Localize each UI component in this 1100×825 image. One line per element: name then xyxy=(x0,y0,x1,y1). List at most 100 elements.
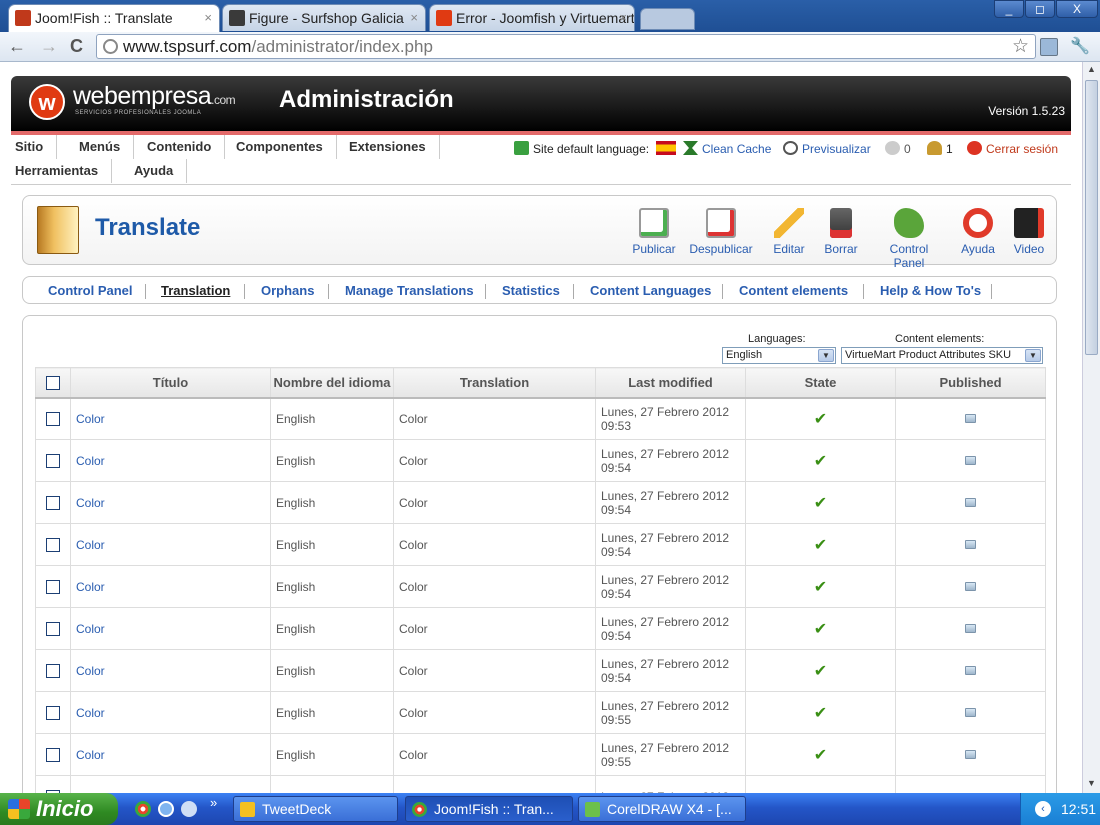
tray-expand-icon[interactable]: ‹ xyxy=(1035,801,1051,817)
quicklaunch-more-icon[interactable]: » xyxy=(210,795,217,810)
unpublish-button[interactable]: Despublicar xyxy=(687,208,755,256)
column-header-last-modified[interactable]: Last modified xyxy=(595,367,746,399)
edit-button[interactable]: Editar xyxy=(771,208,807,256)
row-checkbox[interactable] xyxy=(46,705,60,720)
published-icon[interactable] xyxy=(965,455,976,465)
published-icon[interactable] xyxy=(965,623,976,633)
menu-herramientas[interactable]: Herramientas xyxy=(11,159,113,183)
state-check-icon[interactable]: ✔ xyxy=(814,747,827,764)
state-check-icon[interactable]: ✔ xyxy=(814,579,827,596)
published-icon[interactable] xyxy=(965,665,976,675)
published-icon[interactable] xyxy=(965,539,976,549)
row-checkbox[interactable] xyxy=(46,621,60,636)
row-checkbox[interactable] xyxy=(46,579,60,594)
window-close-button[interactable]: X xyxy=(1056,0,1098,18)
desktop-quicklaunch-icon[interactable] xyxy=(181,801,197,817)
window-maximize-button[interactable]: ◻ xyxy=(1025,0,1055,18)
preview-link[interactable]: Previsualizar xyxy=(783,141,871,156)
row-checkbox[interactable] xyxy=(46,412,60,427)
task-coreldraw[interactable]: CorelDRAW X4 - [... xyxy=(578,796,746,822)
state-check-icon[interactable]: ✔ xyxy=(814,411,827,428)
published-icon[interactable] xyxy=(965,707,976,717)
messages-count[interactable]: 0 xyxy=(885,141,911,156)
table-row[interactable]: Color English Color Lunes, 27 Febrero 2012 0… xyxy=(35,481,1046,524)
tab-close-icon[interactable]: × xyxy=(410,10,418,25)
row-checkbox[interactable] xyxy=(46,495,60,510)
languages-select[interactable]: English ▼ xyxy=(722,347,836,364)
menu-componentes[interactable]: Componentes xyxy=(223,135,337,159)
window-minimize-button[interactable]: _ xyxy=(994,0,1024,18)
new-tab-button[interactable] xyxy=(640,8,695,30)
published-icon[interactable] xyxy=(965,497,976,507)
row-title[interactable]: Color xyxy=(70,691,271,734)
row-title[interactable]: Color xyxy=(70,607,271,650)
row-checkbox[interactable] xyxy=(46,663,60,678)
row-title[interactable]: Color xyxy=(70,481,271,524)
column-header-translation[interactable]: Translation xyxy=(393,367,596,399)
delete-button[interactable]: Borrar xyxy=(821,208,861,256)
row-title[interactable] xyxy=(70,775,271,793)
subnav-statistics[interactable]: Statistics xyxy=(502,283,560,298)
logout-link[interactable]: Cerrar sesión xyxy=(967,141,1058,156)
row-title[interactable]: Color xyxy=(70,439,271,482)
bookmark-star-icon[interactable]: ☆ xyxy=(1012,35,1029,58)
wrench-icon[interactable]: 🔧 xyxy=(1070,36,1090,56)
published-icon[interactable] xyxy=(965,581,976,591)
subnav-manage-translations[interactable]: Manage Translations xyxy=(345,283,474,298)
subnav-content-elements[interactable]: Content elements xyxy=(739,283,848,298)
video-button[interactable]: Video xyxy=(1011,208,1047,256)
control-panel-button[interactable]: Control Panel xyxy=(874,208,944,270)
address-bar[interactable]: www.tspsurf.com/administrator/index.php … xyxy=(96,34,1036,59)
state-check-icon[interactable]: ✔ xyxy=(814,495,827,512)
state-check-icon[interactable]: ✔ xyxy=(814,537,827,554)
content-elements-select[interactable]: VirtueMart Product Attributes SKU ▼ xyxy=(841,347,1043,364)
table-row[interactable]: Lunes, 27 Febrero 2012 xyxy=(35,775,1046,793)
table-row[interactable]: Color English Color Lunes, 27 Febrero 2012 0… xyxy=(35,649,1046,692)
start-button[interactable]: Inicio xyxy=(0,793,118,825)
scroll-down-icon[interactable]: ▼ xyxy=(1085,778,1098,791)
scrollbar-thumb[interactable] xyxy=(1085,80,1098,355)
browser-tab-joomfish[interactable]: Joom!Fish :: Translate × xyxy=(8,4,220,32)
task-tweetdeck[interactable]: TweetDeck xyxy=(233,796,398,822)
table-row[interactable]: Color English Color Lunes, 27 Febrero 2012 0… xyxy=(35,733,1046,776)
column-header-language[interactable]: Nombre del idioma xyxy=(270,367,394,399)
page-scrollbar[interactable]: ▲ ▼ xyxy=(1082,62,1100,793)
subnav-content-languages[interactable]: Content Languages xyxy=(590,283,711,298)
forward-button[interactable]: → xyxy=(40,36,58,57)
clean-cache-link[interactable]: Clean Cache xyxy=(683,141,771,156)
table-row[interactable]: Color English Color Lunes, 27 Febrero 2012 0… xyxy=(35,397,1046,440)
ie-quicklaunch-icon[interactable] xyxy=(158,801,174,817)
chrome-quicklaunch-icon[interactable] xyxy=(135,801,151,817)
menu-ayuda[interactable]: Ayuda xyxy=(121,159,188,183)
tab-close-icon[interactable]: × xyxy=(619,10,627,25)
row-checkbox[interactable] xyxy=(46,537,60,552)
table-row[interactable]: Color English Color Lunes, 27 Febrero 2012 0… xyxy=(35,523,1046,566)
table-row[interactable]: Color English Color Lunes, 27 Febrero 2012 0… xyxy=(35,565,1046,608)
menu-menus[interactable]: Menús xyxy=(66,135,135,159)
row-checkbox[interactable] xyxy=(46,453,60,468)
browser-tab-surfshop[interactable]: Figure - Surfshop Galicia × xyxy=(222,4,426,31)
row-title[interactable]: Color xyxy=(70,649,271,692)
column-header-title[interactable]: Título xyxy=(70,367,271,399)
state-check-icon[interactable]: ✔ xyxy=(814,663,827,680)
table-row[interactable]: Color English Color Lunes, 27 Febrero 2012 0… xyxy=(35,607,1046,650)
row-title[interactable]: Color xyxy=(70,523,271,566)
tab-close-icon[interactable]: × xyxy=(204,10,212,25)
state-check-icon[interactable]: ✔ xyxy=(814,453,827,470)
subnav-control-panel[interactable]: Control Panel xyxy=(48,283,133,298)
state-check-icon[interactable]: ✔ xyxy=(814,621,827,638)
publish-button[interactable]: Publicar xyxy=(631,208,677,256)
published-icon[interactable] xyxy=(965,749,976,759)
row-title[interactable]: Color xyxy=(70,733,271,776)
task-joomfish[interactable]: Joom!Fish :: Tran... xyxy=(405,796,573,822)
scroll-up-icon[interactable]: ▲ xyxy=(1085,64,1098,77)
menu-extensiones[interactable]: Extensiones xyxy=(336,135,440,159)
table-row[interactable]: Color English Color Lunes, 27 Febrero 2012 0… xyxy=(35,439,1046,482)
column-header-published[interactable]: Published xyxy=(895,367,1046,399)
table-row[interactable]: Color English Color Lunes, 27 Febrero 2012 0… xyxy=(35,691,1046,734)
subnav-translation[interactable]: Translation xyxy=(161,283,230,298)
browser-tab-error[interactable]: Error - Joomfish y Virtuemart × xyxy=(429,4,635,31)
extension-icon[interactable] xyxy=(1040,38,1058,56)
row-title[interactable]: Color xyxy=(70,565,271,608)
back-button[interactable]: ← xyxy=(8,36,26,57)
